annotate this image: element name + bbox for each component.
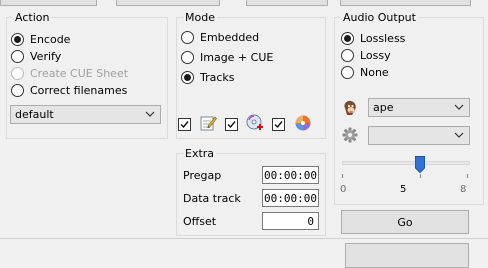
slider-min-label: 0 [340,184,347,195]
ape-format-icon [344,100,356,115]
mode-embedded-radio[interactable]: Embedded [181,29,259,45]
action-create-cue-radio: Create CUE Sheet [11,65,128,81]
action-create-cue-label: Create CUE Sheet [30,66,129,80]
radio-indicator [181,70,194,84]
top-button-1[interactable] [0,0,97,6]
slider-max-label: 8 [460,184,467,195]
option-checkbox-3[interactable] [272,118,285,131]
pregap-input[interactable]: 00:00:00 [262,166,319,184]
slider-track [342,161,470,165]
radio-indicator [341,31,354,45]
chevron-down-icon [454,132,464,138]
pregap-label: Pregap [183,169,222,182]
go-button[interactable]: Go [341,210,469,234]
compression-slider[interactable] [342,156,470,178]
notepad-edit-icon[interactable] [199,114,217,132]
mode-tracks-radio[interactable]: Tracks [181,69,235,85]
output-lossy-label: Lossy [360,48,391,62]
action-correct-filenames-radio[interactable]: Correct filenames [11,82,127,98]
radio-indicator [181,50,194,64]
encoder-format-dropdown[interactable]: ape [368,98,470,117]
action-group-title: Action [13,11,52,24]
radio-indicator [11,66,24,80]
action-encode-radio[interactable]: Encode [11,31,70,47]
action-correct-filenames-label: Correct filenames [30,83,128,97]
top-button-4[interactable] [340,0,471,6]
radio-indicator [341,48,354,62]
output-none-radio[interactable]: None [341,64,389,80]
mode-group-title: Mode [183,11,217,24]
data-track-label: Data track [183,192,241,205]
radio-indicator [11,83,24,97]
output-none-label: None [360,65,389,79]
slider-tick-5 [420,174,421,178]
cd-add-icon[interactable] [246,114,264,132]
output-lossy-radio[interactable]: Lossy [341,47,391,63]
bottom-separator [0,238,488,239]
slider-tick-8 [467,174,468,178]
action-encode-label: Encode [30,32,71,46]
audio-output-group-title: Audio Output [341,11,418,24]
check-icon [180,121,189,129]
encoder-dropdown[interactable] [368,126,470,145]
radio-indicator [11,32,24,46]
slider-thumb[interactable] [415,156,425,174]
radio-indicator [11,49,24,63]
mode-tracks-label: Tracks [200,70,235,84]
action-verify-radio[interactable]: Verify [11,48,61,64]
action-verify-label: Verify [30,49,62,63]
bottom-panel [345,243,469,268]
mode-embedded-label: Embedded [200,30,260,44]
mode-image-cue-label: Image + CUE [200,50,274,64]
disc-color-icon[interactable] [294,114,312,132]
output-lossless-label: Lossless [360,31,406,45]
slider-tick-0 [342,174,343,178]
radio-indicator [181,30,194,44]
chevron-down-icon [454,104,464,110]
slider-current-label: 5 [400,184,407,195]
extra-group-title: Extra [183,147,217,160]
profile-value: default [15,108,54,121]
check-icon [274,121,283,129]
top-button-2[interactable] [116,0,220,6]
chevron-down-icon [145,111,155,117]
option-checkbox-1[interactable] [178,118,191,131]
output-lossless-radio[interactable]: Lossless [341,30,405,46]
mode-image-cue-radio[interactable]: Image + CUE [181,49,273,65]
option-checkbox-2[interactable] [225,118,238,131]
data-track-input[interactable]: 00:00:00 [262,189,319,207]
top-button-3[interactable] [246,0,328,6]
radio-indicator [341,65,354,79]
gear-icon [342,127,358,143]
offset-input[interactable]: 0 [262,212,319,230]
check-icon [227,121,236,129]
profile-dropdown[interactable]: default [10,105,161,124]
offset-label: Offset [183,215,217,228]
encoder-format-value: ape [373,101,394,114]
